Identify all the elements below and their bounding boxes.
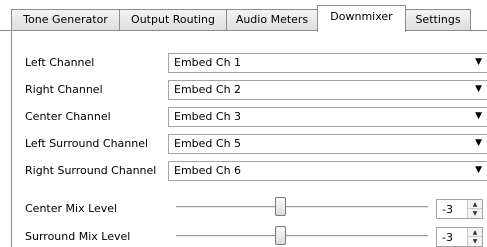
chevron-down-icon: ▼ [475,111,482,121]
select-value: Embed Ch 3 [174,110,242,123]
center-mix-slider-track[interactable] [176,206,428,208]
surround-mix-level-spinbox[interactable]: -3 ▲ ▼ [436,227,483,247]
center-mix-slider-thumb[interactable] [275,197,286,216]
spin-up-icon[interactable]: ▲ [468,200,482,209]
tab-divider [0,30,487,31]
surround-mix-level-label: Surround Mix Level [25,230,131,243]
spin-up-icon[interactable]: ▲ [468,228,482,237]
select-value: Embed Ch 5 [174,137,242,150]
spinbox-value: -3 [442,203,453,216]
right-channel-label: Right Channel [25,83,103,96]
right-channel-select[interactable]: Embed Ch 2 ▼ [168,80,487,100]
chevron-down-icon: ▼ [475,84,482,94]
surround-mix-slider-thumb[interactable] [275,226,286,245]
spin-down-icon[interactable]: ▼ [468,237,482,246]
select-value: Embed Ch 2 [174,83,242,96]
tab-label: Tone Generator [23,13,108,26]
spin-down-icon[interactable]: ▼ [468,209,482,218]
tab-bar: Tone Generator Output Routing Audio Mete… [0,0,487,32]
tab-label: Audio Meters [235,13,309,26]
chevron-down-icon: ▼ [475,165,482,175]
left-channel-select[interactable]: Embed Ch 1 ▼ [168,53,487,73]
tab-tone-generator[interactable]: Tone Generator [11,9,120,30]
chevron-down-icon: ▼ [475,138,482,148]
right-surround-channel-select[interactable]: Embed Ch 6 ▼ [168,161,487,181]
spin-buttons: ▲ ▼ [467,228,482,246]
tab-output-routing[interactable]: Output Routing [119,9,227,30]
spin-buttons: ▲ ▼ [467,200,482,218]
right-surround-channel-label: Right Surround Channel [25,164,157,177]
spinbox-value: -3 [442,231,453,244]
surround-mix-slider-track[interactable] [176,235,428,237]
center-channel-select[interactable]: Embed Ch 3 ▼ [168,107,487,127]
chevron-down-icon: ▼ [475,57,482,67]
left-surround-channel-label: Left Surround Channel [25,137,149,150]
center-mix-level-spinbox[interactable]: -3 ▲ ▼ [436,199,483,219]
left-channel-label: Left Channel [25,56,95,69]
tab-settings[interactable]: Settings [405,9,471,30]
select-value: Embed Ch 6 [174,164,242,177]
center-channel-label: Center Channel [25,110,111,123]
select-value: Embed Ch 1 [174,56,242,69]
tab-label: Settings [415,13,461,26]
tab-label: Output Routing [131,13,215,26]
tab-audio-meters[interactable]: Audio Meters [226,9,318,30]
tab-downmixer[interactable]: Downmixer [317,5,406,32]
left-surround-channel-select[interactable]: Embed Ch 5 ▼ [168,134,487,154]
tab-label: Downmixer [330,10,393,23]
center-mix-level-label: Center Mix Level [25,202,118,215]
